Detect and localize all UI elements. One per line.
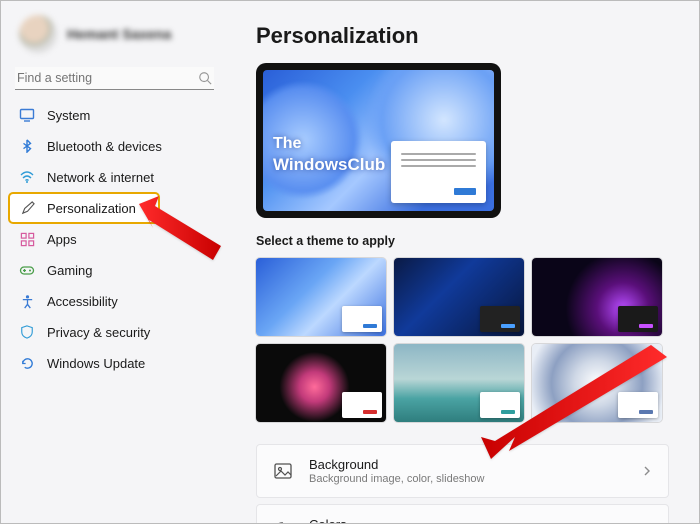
- sidebar-item-label: Windows Update: [47, 356, 145, 371]
- main-content: Personalization The WindowsClub Select a…: [226, 1, 699, 523]
- theme-option-flower[interactable]: [256, 344, 386, 422]
- theme-option-purple[interactable]: [532, 258, 662, 336]
- monitor-icon: [19, 107, 35, 123]
- sidebar-item-system[interactable]: System: [9, 100, 220, 130]
- setting-row-subtitle: Background image, color, slideshow: [309, 473, 626, 485]
- update-icon: [19, 355, 35, 371]
- avatar: [19, 15, 57, 53]
- theme-option-dark-blue[interactable]: [394, 258, 524, 336]
- sidebar-item-label: Personalization: [47, 201, 136, 216]
- sidebar-item-bluetooth[interactable]: Bluetooth & devices: [9, 131, 220, 161]
- page-title: Personalization: [256, 23, 669, 49]
- theme-grid: [256, 258, 669, 422]
- chevron-right-icon: [642, 466, 652, 476]
- setting-row-background[interactable]: Background Background image, color, slid…: [256, 444, 669, 498]
- preview-overlay-text-2: WindowsClub: [273, 155, 385, 175]
- desktop-preview: The WindowsClub: [256, 63, 501, 218]
- preview-mini-window: [391, 141, 486, 203]
- accessibility-icon: [19, 293, 35, 309]
- sidebar-item-label: System: [47, 108, 90, 123]
- sidebar-item-update[interactable]: Windows Update: [9, 348, 220, 378]
- sidebar-item-label: Bluetooth & devices: [47, 139, 162, 154]
- setting-row-title: Background: [309, 457, 626, 472]
- bluetooth-icon: [19, 138, 35, 154]
- sidebar: Hemant Saxena System Bluetooth & devices…: [1, 1, 226, 523]
- gaming-icon: [19, 262, 35, 278]
- sidebar-item-apps[interactable]: Apps: [9, 224, 220, 254]
- profile-block[interactable]: Hemant Saxena: [9, 9, 220, 67]
- preview-overlay-text-1: The: [273, 135, 301, 153]
- shield-icon: [19, 324, 35, 340]
- theme-option-ocean[interactable]: [394, 344, 524, 422]
- sidebar-item-label: Network & internet: [47, 170, 154, 185]
- search-input[interactable]: [17, 71, 198, 85]
- paintbrush-icon: [19, 200, 35, 216]
- desktop-preview-wallpaper: The WindowsClub: [263, 70, 494, 211]
- theme-option-light-blue[interactable]: [256, 258, 386, 336]
- setting-row-title: Colors: [309, 517, 626, 523]
- sidebar-item-accessibility[interactable]: Accessibility: [9, 286, 220, 316]
- wifi-icon: [19, 169, 35, 185]
- profile-name: Hemant Saxena: [67, 26, 171, 42]
- sidebar-item-gaming[interactable]: Gaming: [9, 255, 220, 285]
- sidebar-item-personalization[interactable]: Personalization: [9, 193, 159, 223]
- sidebar-item-label: Accessibility: [47, 294, 118, 309]
- sidebar-item-label: Privacy & security: [47, 325, 150, 340]
- sidebar-item-network[interactable]: Network & internet: [9, 162, 220, 192]
- sidebar-item-label: Apps: [47, 232, 77, 247]
- theme-option-swirl[interactable]: [532, 344, 662, 422]
- sidebar-item-label: Gaming: [47, 263, 93, 278]
- apps-icon: [19, 231, 35, 247]
- search-box[interactable]: [15, 67, 214, 90]
- sidebar-item-privacy[interactable]: Privacy & security: [9, 317, 220, 347]
- setting-row-colors[interactable]: Colors Accent color, transparency effect…: [256, 504, 669, 523]
- palette-icon: [273, 521, 293, 523]
- theme-section-label: Select a theme to apply: [256, 234, 669, 248]
- image-icon: [273, 461, 293, 481]
- search-icon: [198, 71, 212, 85]
